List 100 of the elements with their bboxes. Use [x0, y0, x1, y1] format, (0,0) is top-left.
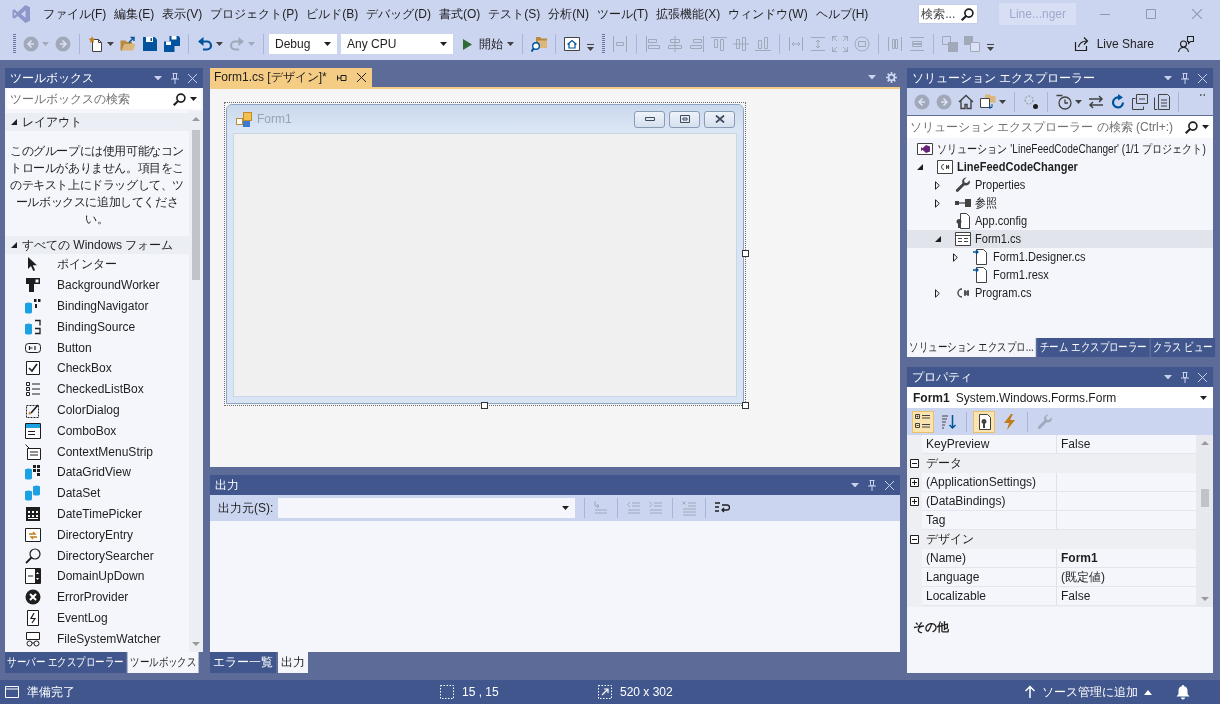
toolbox-item[interactable]: ColorDialog	[5, 399, 189, 421]
caret-icon[interactable]	[1164, 75, 1172, 81]
history-icon[interactable]	[1056, 93, 1072, 110]
folder-search-icon[interactable]	[531, 36, 547, 52]
tree-item[interactable]: 参照	[907, 194, 1213, 212]
settings-icon[interactable]	[886, 72, 897, 83]
collapsed-arrow-icon[interactable]	[953, 252, 958, 262]
collapsed-arrow-icon[interactable]	[935, 198, 940, 208]
panel-tab[interactable]: ソリューション エクスプロ...	[907, 338, 1037, 357]
save-icon[interactable]	[142, 36, 158, 52]
property-name[interactable]: Localizable	[922, 587, 1056, 606]
property-name[interactable]: (ApplicationSettings)	[922, 473, 1056, 492]
toolbox-item[interactable]: DataSet	[5, 482, 189, 504]
overflow-icon[interactable]	[987, 43, 994, 51]
new-document-icon[interactable]	[88, 36, 104, 52]
menu-item[interactable]: プロジェクト(P)	[206, 3, 303, 25]
switch-views-icon[interactable]	[980, 93, 996, 110]
document-tab[interactable]: Form1.cs [デザイン]*	[210, 68, 372, 87]
plus-box-icon[interactable]	[910, 478, 919, 487]
search-field[interactable]: ソリューション エクスプローラー の検索 (Ctrl+:)	[907, 116, 1213, 138]
caret-icon[interactable]	[1075, 99, 1082, 104]
expanded-arrow-icon[interactable]	[935, 236, 941, 242]
property-name[interactable]: Language	[922, 568, 1056, 587]
minus-box-icon[interactable]	[910, 459, 919, 468]
undo-icon[interactable]	[197, 36, 213, 52]
overflow-icon[interactable]	[587, 43, 594, 51]
bell-icon[interactable]	[1176, 684, 1190, 700]
show-all-files-icon[interactable]	[1154, 93, 1170, 110]
resize-handle[interactable]	[481, 402, 488, 409]
property-name[interactable]: KeyPreview	[922, 435, 1056, 454]
toolbar-grip[interactable]	[13, 34, 16, 54]
menu-item[interactable]: ツール(T)	[593, 3, 653, 25]
group-header[interactable]: すべての Windows フォーム	[5, 236, 189, 254]
collapsed-arrow-icon[interactable]	[935, 288, 940, 298]
toolbox-item[interactable]: BackgroundWorker	[5, 274, 189, 296]
property-name[interactable]: (Name)	[922, 549, 1056, 568]
menu-item[interactable]: ウィンドウ(W)	[724, 3, 812, 25]
toolbox-item[interactable]: Button	[5, 337, 189, 358]
tree-item[interactable]: App.config	[907, 212, 1213, 230]
menu-item[interactable]: 編集(E)	[110, 3, 159, 25]
tree-item[interactable]: Form1.Designer.cs	[907, 248, 1213, 266]
toolbox-item[interactable]: DirectorySearcher	[5, 545, 189, 566]
toolbox-item[interactable]: BindingSource	[5, 316, 189, 338]
home-icon[interactable]	[958, 93, 974, 110]
caret-icon[interactable]	[1164, 374, 1172, 380]
dropdown[interactable]: Any CPU	[341, 34, 453, 54]
categorized-icon[interactable]	[912, 410, 934, 433]
tree-item[interactable]: Properties	[907, 176, 1213, 194]
property-value[interactable]: Form1	[1056, 549, 1196, 568]
panel-tab[interactable]: チーム エクスプローラー	[1037, 338, 1150, 357]
collapsed-arrow-icon[interactable]	[935, 180, 940, 190]
caret-icon[interactable]	[507, 42, 514, 46]
tree-item[interactable]: Program.cs	[907, 284, 1213, 302]
expanded-arrow-icon[interactable]	[917, 164, 923, 170]
toolbox-item[interactable]: ContextMenuStrip	[5, 441, 189, 462]
menu-item[interactable]: 表示(V)	[158, 3, 207, 25]
menu-item[interactable]: 書式(O)	[435, 3, 485, 25]
toolbox-item[interactable]: DateTimePicker	[5, 503, 189, 525]
toolbox-item[interactable]: ErrorProvider	[5, 586, 189, 608]
toolbox-item[interactable]: DataGridView	[5, 461, 189, 483]
panel-tab[interactable]: エラー一覧	[210, 652, 276, 673]
caret-icon[interactable]	[999, 99, 1006, 104]
toolbox-item[interactable]: CheckedListBox	[5, 378, 189, 400]
toolbox-item[interactable]: DomainUpDown	[5, 565, 189, 587]
panel-tab[interactable]: 出力	[278, 652, 308, 673]
search-field[interactable]: 検索...	[918, 4, 979, 24]
panel-tab[interactable]: クラス ビュー	[1150, 338, 1216, 357]
tree-item[interactable]: ソリューション 'LineFeedCodeChanger' (1/1 プロジェクト)	[907, 140, 1213, 158]
search-field[interactable]: ツールボックスの検索	[7, 89, 201, 109]
live-share-button[interactable]: Live Share	[1069, 36, 1158, 52]
tree-item[interactable]: Form1.cs	[907, 230, 1213, 248]
menu-item[interactable]: 分析(N)	[544, 3, 593, 25]
source-control-button[interactable]: ソース管理に追加	[1020, 683, 1156, 701]
property-value[interactable]: False	[1056, 587, 1196, 606]
home-icon[interactable]	[564, 36, 580, 52]
toolbox-item[interactable]: EventLog	[5, 607, 189, 629]
toolbox-item[interactable]: ポインター	[5, 254, 189, 275]
caret-icon[interactable]	[154, 75, 162, 81]
panel-tab[interactable]: サーバー エクスプローラー	[5, 652, 127, 673]
minus-box-icon[interactable]	[910, 535, 919, 544]
category-row[interactable]: データ	[907, 454, 1196, 473]
tree-item[interactable]: LineFeedCodeChanger	[907, 158, 1213, 176]
scrollbar[interactable]	[1196, 435, 1213, 607]
object-selector[interactable]: Form1 System.Windows.Forms.Form	[907, 387, 1213, 408]
toolbox-item[interactable]: ComboBox	[5, 420, 189, 442]
close-icon[interactable]	[356, 73, 366, 82]
pin-icon[interactable]	[336, 73, 347, 82]
property-name[interactable]: (DataBindings)	[922, 492, 1056, 511]
menu-item[interactable]: テスト(S)	[484, 3, 545, 25]
toolbox-item[interactable]: FileSystemWatcher	[5, 628, 189, 650]
folder-icon[interactable]	[120, 36, 136, 52]
menu-item[interactable]: 拡張機能(X)	[652, 3, 725, 25]
scrollbar-thumb[interactable]	[1200, 489, 1209, 507]
menu-item[interactable]: ファイル(F)	[39, 3, 111, 25]
toolbar-grip[interactable]	[602, 34, 605, 54]
property-name[interactable]: Tag	[922, 511, 1056, 530]
collapse-all-icon[interactable]	[1132, 93, 1148, 110]
start-button[interactable]: 開始	[457, 35, 507, 53]
property-page-icon[interactable]	[973, 410, 995, 433]
plus-box-icon[interactable]	[910, 497, 919, 506]
